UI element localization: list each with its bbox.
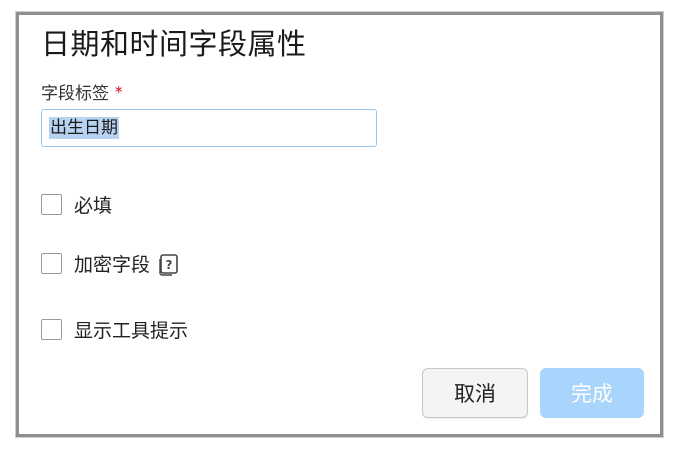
encrypted-field-option: 加密字段 ? (41, 250, 179, 277)
done-button[interactable]: 完成 (540, 368, 644, 418)
encrypted-field-checkbox[interactable] (41, 253, 62, 274)
show-tooltip-option: 显示工具提示 (41, 316, 188, 343)
field-label-caption: 字段标签 * (41, 79, 123, 104)
required-checkbox[interactable] (41, 194, 62, 215)
date-time-field-properties-dialog: 日期和时间字段属性 字段标签 * 出生日期 必填 加密字段 ? 显示工具提示 取消… (16, 12, 663, 437)
svg-text:?: ? (166, 258, 173, 272)
dialog-title: 日期和时间字段属性 (41, 27, 307, 61)
required-checkbox-label[interactable]: 必填 (74, 191, 112, 218)
required-star: * (115, 83, 123, 101)
cancel-button[interactable]: 取消 (422, 368, 528, 418)
encrypted-field-checkbox-label[interactable]: 加密字段 (74, 250, 150, 277)
help-icon[interactable]: ? (157, 252, 179, 276)
field-label-text: 字段标签 (41, 84, 109, 104)
field-label-input-value[interactable]: 出生日期 (49, 117, 119, 139)
show-tooltip-checkbox[interactable] (41, 319, 62, 340)
show-tooltip-checkbox-label[interactable]: 显示工具提示 (74, 316, 188, 343)
required-option: 必填 (41, 191, 112, 218)
field-label-input[interactable]: 出生日期 (41, 109, 377, 147)
